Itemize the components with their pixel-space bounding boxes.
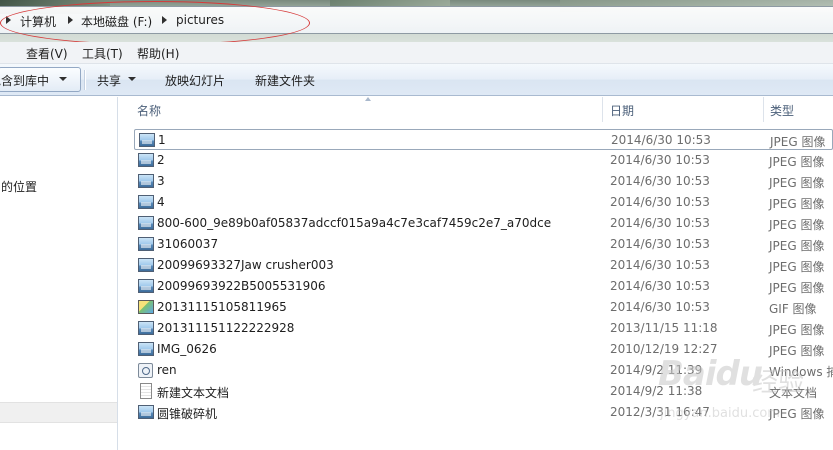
chevron-down-icon[interactable] <box>128 77 136 81</box>
file-row[interactable]: 3 2014/6/30 10:53 JPEG 图像 <box>134 171 833 192</box>
breadcrumb-drive-f[interactable]: 本地磁盘 (F:) <box>81 13 152 30</box>
column-name[interactable]: 名称 <box>137 102 161 119</box>
image-file-icon <box>139 133 155 147</box>
file-date: 2014/6/30 10:53 <box>610 153 710 167</box>
share-button[interactable]: 共享 <box>97 72 121 89</box>
file-type: JPEG 图像 <box>769 218 825 232</box>
image-file-icon <box>138 237 154 251</box>
file-name: 201311151122222928 <box>157 321 295 335</box>
file-type: JPEG 图像 <box>769 155 825 169</box>
file-type: JPEG 图像 <box>769 239 825 253</box>
column-date[interactable]: 日期 <box>610 102 634 119</box>
file-row[interactable]: 20131115105811965 2014/6/30 10:53 GIF 图像 <box>134 297 833 318</box>
file-type: 文本文档 <box>769 386 818 400</box>
file-name: 800-600_9e89b0af05837adccf015a9a4c7e3caf… <box>157 216 552 230</box>
file-row[interactable]: 4 2014/6/30 10:53 JPEG 图像 <box>134 192 833 213</box>
address-bar: 计算机 本地磁盘 (F:) pictures <box>0 0 833 42</box>
file-date: 2014/6/30 10:53 <box>610 279 710 293</box>
file-date: 2010/12/19 12:27 <box>610 342 718 356</box>
file-date: 2012/3/31 16:47 <box>610 405 710 419</box>
file-row[interactable]: 201311151122222928 2013/11/15 11:18 JPEG 图… <box>134 318 833 339</box>
file-row[interactable]: 1 2014/6/30 10:53 JPEG 图像 <box>134 129 833 150</box>
file-type: JPEG 图像 <box>769 197 825 211</box>
menu-view[interactable]: 查看(V) <box>26 45 68 62</box>
windows-file-icon <box>138 363 153 378</box>
file-row[interactable]: ren 2014/9/2 11:39 Windows 捕 <box>134 360 833 381</box>
image-file-icon <box>138 279 154 293</box>
file-row[interactable]: 圆锥破碎机 2012/3/31 16:47 JPEG 图像 <box>134 402 833 423</box>
file-date: 2013/11/15 11:18 <box>610 321 718 335</box>
image-file-icon <box>138 174 154 188</box>
file-name: 20131115105811965 <box>157 300 287 314</box>
image-file-icon <box>138 342 154 356</box>
file-type: JPEG 图像 <box>769 407 825 421</box>
file-date: 2014/9/2 11:38 <box>610 384 703 398</box>
image-file-icon <box>138 258 154 272</box>
chevron-down-icon[interactable] <box>59 77 67 81</box>
file-name: 新建文本文档 <box>157 386 230 400</box>
image-file-icon <box>138 195 154 209</box>
file-row[interactable]: 新建文本文档 2014/9/2 11:38 文本文档 <box>134 381 833 402</box>
file-date: 2014/6/30 10:53 <box>610 300 710 314</box>
file-row[interactable]: 20099693922B5005531906 2014/6/30 10:53 JPE… <box>134 276 833 297</box>
file-type: Windows 捕 <box>769 365 833 379</box>
file-row[interactable]: IMG_0626 2010/12/19 12:27 JPEG 图像 <box>134 339 833 360</box>
image-file-icon <box>138 216 154 230</box>
file-type: JPEG 图像 <box>769 260 825 274</box>
image-file-icon <box>138 405 154 419</box>
navigation-pane[interactable]: 问的位置 <box>0 97 118 450</box>
menu-bar: 查看(V) 工具(T) 帮助(H) <box>0 42 833 64</box>
file-name: 圆锥破碎机 <box>157 407 218 421</box>
file-type: JPEG 图像 <box>770 135 826 149</box>
file-name: ren <box>157 363 177 377</box>
text-file-icon <box>140 383 152 399</box>
file-date: 2014/6/30 10:53 <box>611 133 711 147</box>
file-row[interactable]: 800-600_9e89b0af05837adccf015a9a4c7e3caf… <box>134 213 833 234</box>
file-name: 31060037 <box>157 237 219 251</box>
file-type: JPEG 图像 <box>769 281 825 295</box>
column-type[interactable]: 类型 <box>770 102 794 119</box>
command-bar: 包含到库中 共享 放映幻灯片 新建文件夹 <box>0 64 833 96</box>
image-file-icon <box>138 321 154 335</box>
chevron-right-icon[interactable] <box>68 16 73 24</box>
file-row[interactable]: 31060037 2014/6/30 10:53 JPEG 图像 <box>134 234 833 255</box>
file-date: 2014/6/30 10:53 <box>610 174 710 188</box>
file-row[interactable]: 2 2014/6/30 10:53 JPEG 图像 <box>134 150 833 171</box>
image-file-icon <box>138 153 154 167</box>
menu-tools[interactable]: 工具(T) <box>82 45 123 62</box>
include-in-library-label: 包含到库中 <box>0 74 50 88</box>
sort-ascending-icon <box>365 97 371 101</box>
file-name: 20099693922B5005531906 <box>157 279 326 293</box>
file-name: 1 <box>158 133 166 147</box>
file-name: 20099693327Jaw crusher003 <box>157 258 334 272</box>
file-type: JPEG 图像 <box>769 344 825 358</box>
column-header: 名称 日期 类型 <box>118 97 833 122</box>
file-date: 2014/9/2 11:39 <box>610 363 703 377</box>
nav-item-selected[interactable] <box>0 402 117 423</box>
file-name: 3 <box>157 174 165 188</box>
file-row[interactable]: 20099693327Jaw crusher003 2014/6/30 10:53… <box>134 255 833 276</box>
file-name: 4 <box>157 195 165 209</box>
gif-file-icon <box>138 300 154 314</box>
chevron-right-icon[interactable] <box>162 16 167 24</box>
new-folder-button[interactable]: 新建文件夹 <box>255 72 315 89</box>
slideshow-button[interactable]: 放映幻灯片 <box>165 72 225 89</box>
nav-item-recent-places[interactable]: 问的位置 <box>0 178 37 195</box>
breadcrumb-pictures[interactable]: pictures <box>176 13 224 27</box>
breadcrumb-computer[interactable]: 计算机 <box>20 13 56 30</box>
chevron-right-icon[interactable] <box>6 16 11 24</box>
file-type: GIF 图像 <box>769 302 817 316</box>
file-date: 2014/6/30 10:53 <box>610 216 710 230</box>
file-type: JPEG 图像 <box>769 176 825 190</box>
file-name: 2 <box>157 153 165 167</box>
file-date: 2014/6/30 10:53 <box>610 195 710 209</box>
file-date: 2014/6/30 10:53 <box>610 237 710 251</box>
menu-help[interactable]: 帮助(H) <box>137 45 179 62</box>
file-name: IMG_0626 <box>157 342 217 356</box>
file-type: JPEG 图像 <box>769 323 825 337</box>
file-date: 2014/6/30 10:53 <box>610 258 710 272</box>
